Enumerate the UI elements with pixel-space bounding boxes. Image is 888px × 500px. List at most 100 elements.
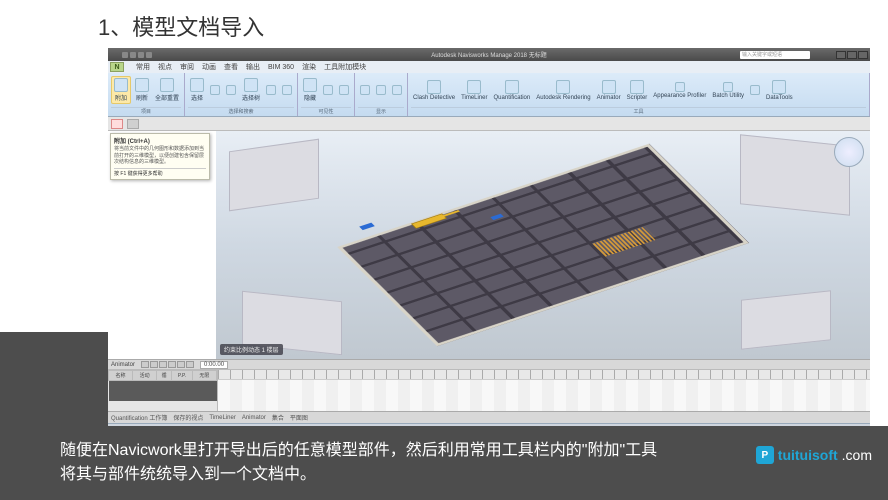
play-back-button[interactable] — [150, 361, 158, 368]
col-header[interactable]: 无限 — [192, 371, 216, 381]
maximize-button[interactable] — [847, 51, 857, 59]
quantification-button[interactable]: Quantification — [492, 79, 533, 102]
selection-tree-button[interactable]: 选择树 — [240, 77, 262, 103]
ribbon-tab[interactable]: 视点 — [158, 62, 172, 72]
panel-tab[interactable]: 平面图 — [290, 413, 308, 422]
ribbon-tab[interactable]: 查看 — [224, 62, 238, 72]
select-button[interactable]: 选择 — [188, 77, 206, 103]
batch-utility-button[interactable]: Batch Utility — [710, 81, 746, 100]
refresh-icon — [135, 78, 149, 92]
btn-label: Clash Detective — [413, 95, 455, 101]
truck-model — [359, 222, 375, 229]
prop-icon — [392, 85, 402, 95]
group-label: 显示 — [358, 107, 404, 115]
panel-tab[interactable]: Animator — [242, 415, 266, 421]
col-header[interactable]: P.P. — [172, 371, 193, 381]
sets-button[interactable] — [264, 84, 278, 96]
3d-viewport[interactable]: 约束比例动态 1 楼层 — [216, 131, 870, 359]
window-title: Autodesk Navisworks Manage 2018 无标题 — [431, 50, 546, 59]
appear-icon — [675, 82, 685, 92]
col-header[interactable]: 循 — [157, 371, 172, 381]
btn-label: Animator — [597, 95, 621, 101]
animator-button[interactable]: Animator — [595, 79, 623, 102]
time-field[interactable]: 0:00.00 — [200, 361, 228, 369]
watermark-brand: tuituisoft — [778, 447, 838, 463]
col-header[interactable]: 名称 — [109, 371, 133, 381]
ribbon-tab[interactable]: 工具附加模块 — [324, 62, 366, 72]
datatools-button[interactable]: DataTools — [764, 79, 795, 102]
caption-line-1: 随便在Navicwork里打开导出后的任意模型部件，然后利用常用工具栏内的"附加… — [60, 439, 828, 463]
reset-icon — [160, 78, 174, 92]
append-dropdown-button[interactable] — [111, 119, 123, 129]
timeliner-icon — [467, 80, 481, 94]
append-tooltip: 附加 (Ctrl+A) 将当前文件中的几何图形和数据添加到当前打开的三维模型，以… — [110, 133, 210, 180]
links-button[interactable] — [358, 84, 372, 96]
ribbon-tab[interactable]: 输出 — [246, 62, 260, 72]
panel-tab[interactable]: Quantification 工作簿 — [111, 413, 167, 422]
clash-detective-button[interactable]: Clash Detective — [411, 79, 457, 102]
btn-label: DataTools — [766, 95, 793, 101]
play-rewind-button[interactable] — [141, 361, 149, 368]
ribbon-tab[interactable]: 常用 — [136, 62, 150, 72]
animator-tree[interactable]: 名称 活动 循 P.P. 无限 — [108, 370, 218, 411]
btn-label: Scripter — [627, 95, 648, 101]
qat-btn[interactable] — [146, 52, 152, 58]
hide-icon — [303, 78, 317, 92]
appearance-profiler-button[interactable]: Appearance Profiler — [651, 81, 708, 100]
group-label: 选择和搜索 — [188, 107, 294, 115]
play-fwd-button[interactable] — [177, 361, 185, 368]
properties-button[interactable] — [390, 84, 404, 96]
ribbon-tab[interactable]: 动画 — [202, 62, 216, 72]
qat-btn[interactable] — [122, 52, 128, 58]
animator-timeline[interactable] — [218, 370, 870, 411]
save-sel-icon — [210, 85, 220, 95]
ribbon-group-display: 显示 — [355, 73, 408, 116]
save-selection-button[interactable] — [208, 84, 222, 96]
building-block — [229, 138, 319, 211]
quick-access-toolbar[interactable] — [122, 52, 152, 58]
viewport-status-label: 约束比例动态 1 楼层 — [220, 344, 283, 355]
reset-all-button[interactable]: 全部重置 — [153, 77, 181, 103]
col-header[interactable]: 活动 — [133, 371, 157, 381]
play-play-button[interactable] — [168, 361, 176, 368]
scripter-button[interactable]: Scripter — [625, 79, 650, 102]
select-same-button[interactable] — [224, 84, 238, 96]
minimize-button[interactable] — [836, 51, 846, 59]
play-end-button[interactable] — [186, 361, 194, 368]
rendering-button[interactable]: Autodesk Rendering — [534, 79, 592, 102]
qat-btn[interactable] — [130, 52, 136, 58]
close-button[interactable] — [858, 51, 868, 59]
require-button[interactable] — [321, 84, 335, 96]
ribbon-tab[interactable]: BIM 360 — [268, 64, 294, 71]
help-search-input[interactable]: 输入关键字或短语 — [740, 51, 810, 59]
navigation-wheel[interactable] — [834, 137, 864, 167]
find-items-button[interactable] — [280, 84, 294, 96]
panel-tab[interactable]: 保存的视点 — [173, 413, 203, 422]
panel-tab[interactable]: 集合 — [272, 413, 284, 422]
animator-icon — [602, 80, 616, 94]
compare-icon — [750, 85, 760, 95]
panel-tab[interactable]: TimeLiner — [209, 415, 235, 421]
btn-label: Appearance Profiler — [653, 93, 706, 99]
ribbon-tab[interactable]: 审阅 — [180, 62, 194, 72]
timeline-tracks[interactable] — [218, 380, 870, 411]
btn-label: Batch Utility — [712, 93, 744, 99]
ribbon: 附加 刷新 全部重置 项目 选择 选择树 选择和搜索 — [108, 73, 870, 117]
ribbon-tab[interactable]: 渲染 — [302, 62, 316, 72]
unhide-button[interactable] — [337, 84, 351, 96]
qat-btn[interactable] — [138, 52, 144, 58]
compare-button[interactable] — [748, 84, 762, 96]
tooltip-f1-hint: 按 F1 键获得更多帮助 — [114, 168, 206, 177]
sub-btn[interactable] — [127, 119, 139, 129]
playback-controls[interactable] — [141, 361, 194, 368]
play-stop-button[interactable] — [159, 361, 167, 368]
timeline-ruler[interactable] — [218, 370, 870, 380]
app-menu-button[interactable]: N — [110, 62, 124, 72]
hide-button[interactable]: 隐藏 — [301, 77, 319, 103]
append-button[interactable]: 附加 — [111, 76, 131, 104]
sets-icon — [266, 85, 276, 95]
refresh-button[interactable]: 刷新 — [133, 77, 151, 103]
quick-props-button[interactable] — [374, 84, 388, 96]
timeliner-button[interactable]: TimeLiner — [459, 79, 489, 102]
unhide-icon — [339, 85, 349, 95]
